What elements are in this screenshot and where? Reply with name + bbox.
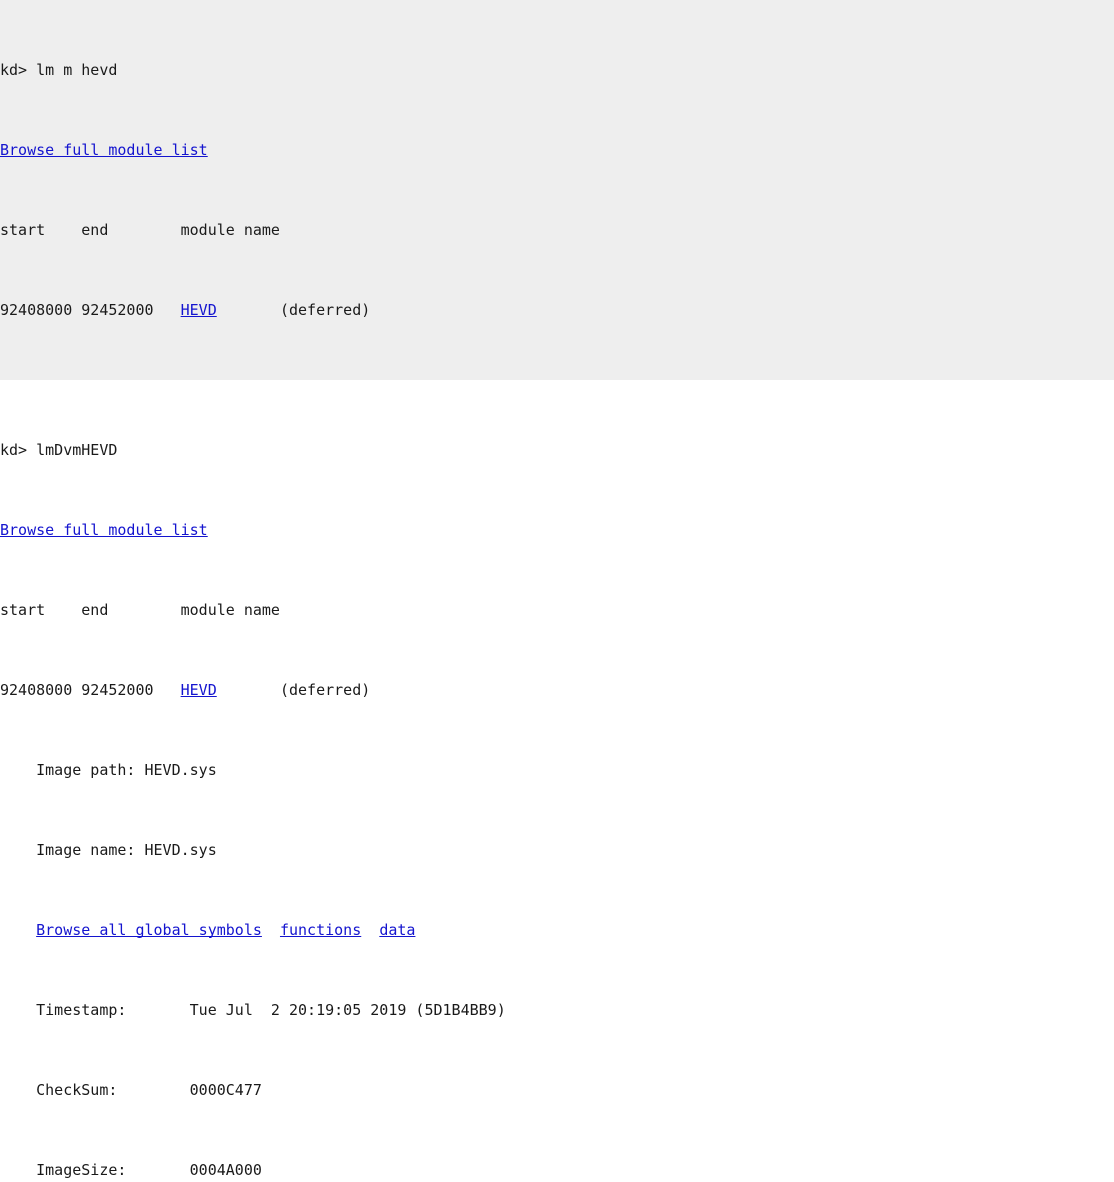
module-table-header-2: start end module name	[0, 600, 1114, 620]
module-start-address: 92408000	[0, 681, 73, 699]
output-block-lmdvmhevd: kd> lmDvmHEVD Browse full module list st…	[0, 380, 1114, 1182]
module-load-status: (deferred)	[279, 681, 371, 699]
module-columns-header: start end module name	[0, 601, 280, 619]
module-load-status: (deferred)	[279, 301, 371, 319]
module-name-link-hevd[interactable]: HEVD	[181, 681, 217, 699]
command-line-lmdvmhevd: kd> lmDvmHEVD	[0, 440, 1114, 460]
command-line-lm-m-hevd: kd> lm m hevd	[0, 60, 1114, 80]
timestamp-line: Timestamp: Tue Jul 2 20:19:05 2019 (5D1B…	[0, 1000, 1114, 1020]
image-path-value: HEVD.sys	[144, 761, 217, 779]
command-text: kd> lmDvmHEVD	[0, 441, 118, 459]
module-table-header-1: start end module name	[0, 220, 1114, 240]
image-path-label: Image path:	[36, 761, 136, 779]
browse-module-list-line-2: Browse full module list	[0, 520, 1114, 540]
symbol-links-line: Browse all global symbols functions data	[0, 920, 1114, 940]
data-link[interactable]: data	[379, 921, 415, 939]
browse-full-module-list-link[interactable]: Browse full module list	[0, 141, 208, 159]
imagesize-value: 0004A000	[189, 1161, 262, 1179]
module-name-link-hevd[interactable]: HEVD	[181, 301, 217, 319]
browse-full-module-list-link[interactable]: Browse full module list	[0, 521, 208, 539]
module-end-address: 92452000	[81, 681, 154, 699]
module-row-2: 92408000 92452000 HEVD (deferred)	[0, 680, 1114, 700]
checksum-label: CheckSum:	[36, 1081, 118, 1099]
image-name-value: HEVD.sys	[144, 841, 217, 859]
functions-link[interactable]: functions	[280, 921, 361, 939]
module-columns-header: start end module name	[0, 221, 280, 239]
imagesize-label: ImageSize:	[36, 1161, 127, 1179]
timestamp-value: Tue Jul 2 20:19:05 2019 (5D1B4BB9)	[189, 1001, 506, 1019]
image-name-label: Image name:	[36, 841, 136, 859]
module-start-address: 92408000	[0, 301, 73, 319]
browse-module-list-line-1: Browse full module list	[0, 140, 1114, 160]
imagesize-line: ImageSize: 0004A000	[0, 1160, 1114, 1180]
module-end-address: 92452000	[81, 301, 154, 319]
timestamp-label: Timestamp:	[36, 1001, 127, 1019]
command-text: kd> lm m hevd	[0, 61, 118, 79]
image-name-line: Image name: HEVD.sys	[0, 840, 1114, 860]
output-block-lm-m-hevd: kd> lm m hevd Browse full module list st…	[0, 0, 1114, 380]
image-path-line: Image path: HEVD.sys	[0, 760, 1114, 780]
checksum-line: CheckSum: 0000C477	[0, 1080, 1114, 1100]
debugger-console-output: kd> lm m hevd Browse full module list st…	[0, 0, 1114, 1182]
module-row-1: 92408000 92452000 HEVD (deferred)	[0, 300, 1114, 320]
browse-all-global-symbols-link[interactable]: Browse all global symbols	[36, 921, 262, 939]
checksum-value: 0000C477	[189, 1081, 262, 1099]
